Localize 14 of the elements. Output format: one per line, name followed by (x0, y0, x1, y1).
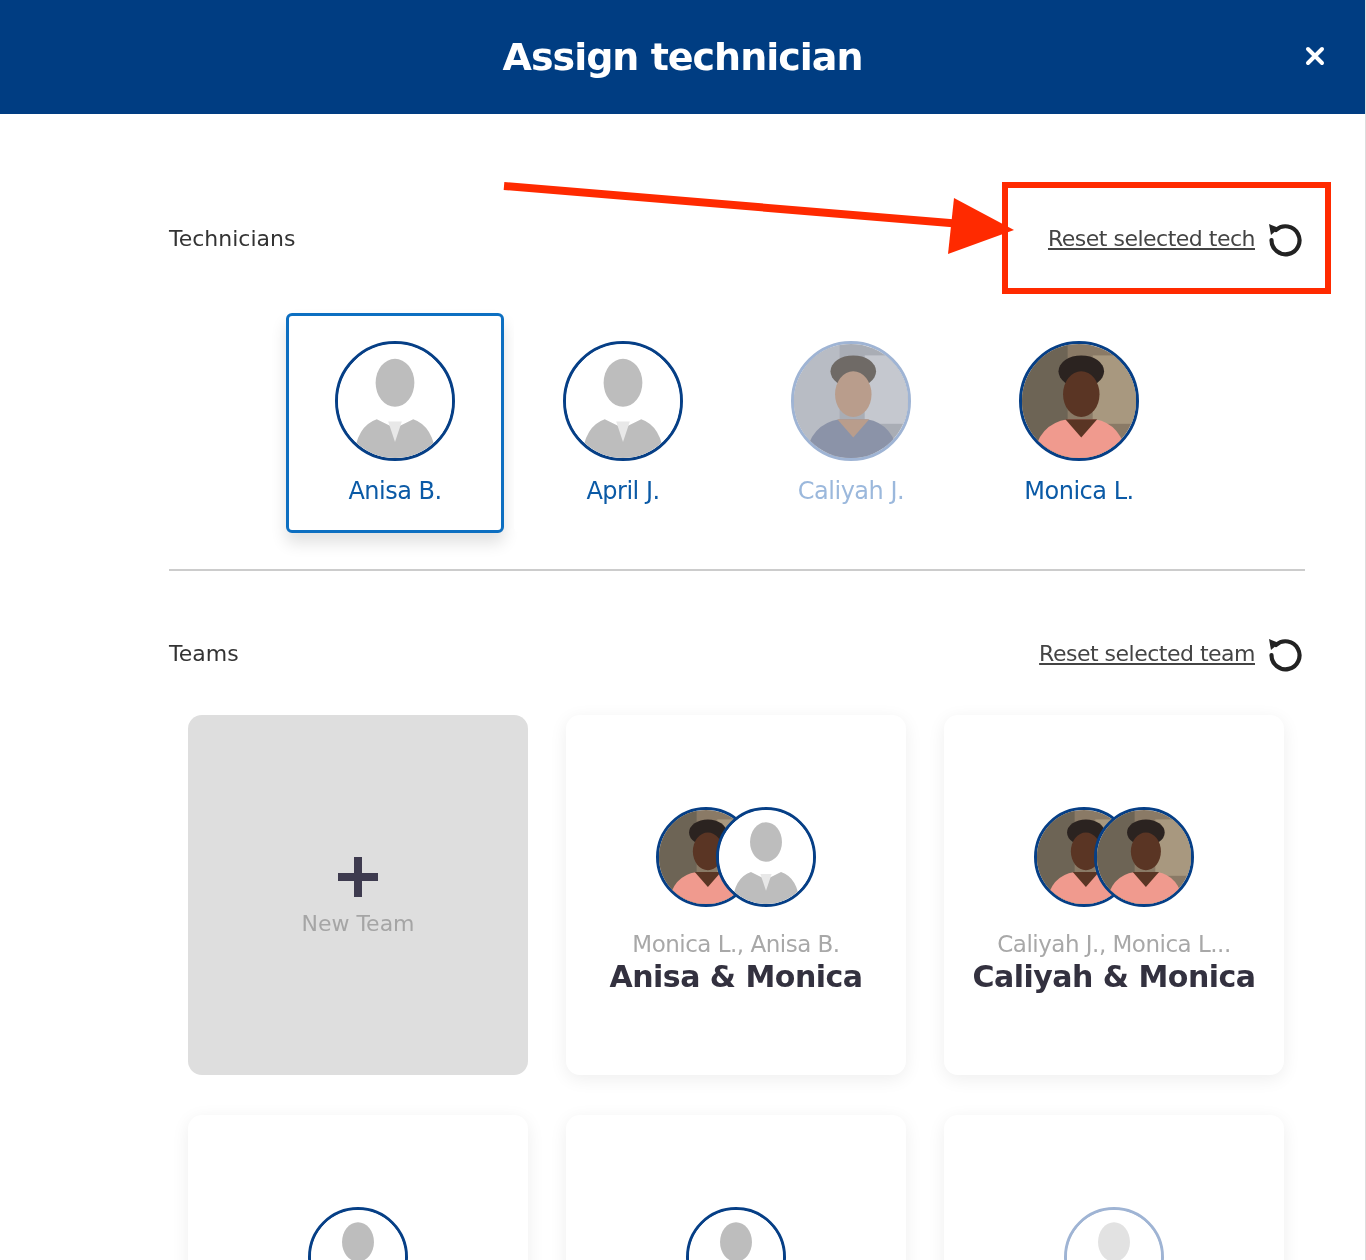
section-label: Teams (169, 640, 239, 666)
reset-link[interactable]: Reset selected tech (1048, 225, 1255, 251)
team-card[interactable]: Monica L., Anisa B. Anisa & Monica (566, 715, 906, 1075)
technician-card[interactable]: Anisa B. (286, 313, 504, 533)
plus-icon (336, 854, 380, 899)
dialog-title: Assign technician (502, 35, 863, 79)
section-label: Technicians (169, 225, 296, 251)
team-card[interactable]: Caliyah J., Monica L... Caliyah & Monica (944, 715, 1284, 1075)
team-name: Caliyah & Monica (972, 959, 1256, 994)
reset-link[interactable]: Reset selected team (1039, 640, 1255, 666)
team-name: Anisa & Monica (609, 959, 863, 994)
close-icon[interactable] (1305, 46, 1325, 66)
team-members: Caliyah J., Monica L... (997, 931, 1231, 957)
team-members: Monica L., Anisa B. (632, 931, 840, 957)
